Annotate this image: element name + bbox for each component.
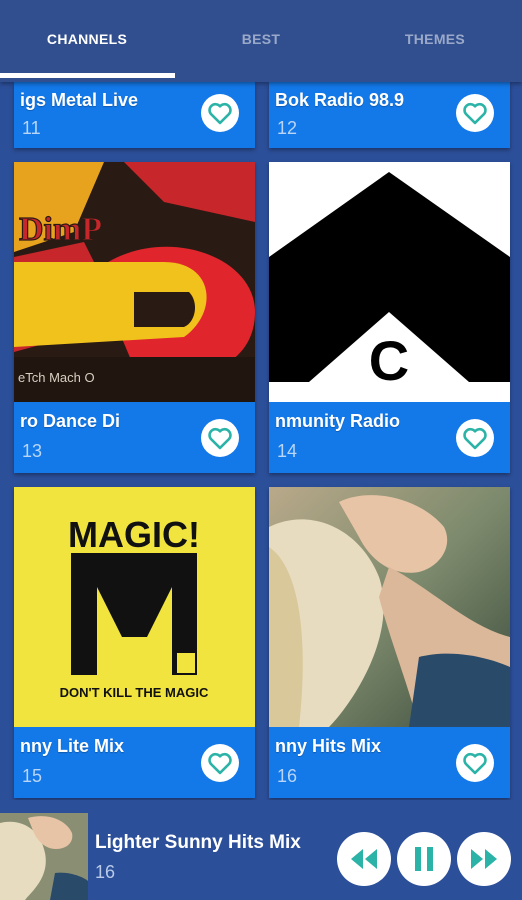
rewind-icon [351, 849, 377, 869]
now-playing-thumbnail [0, 813, 88, 900]
heart-outline-icon [463, 427, 487, 450]
favorite-button[interactable] [456, 94, 494, 132]
mini-player[interactable]: Lighter Sunny Hits Mix 16 [0, 810, 522, 900]
magic-tagline: DON'T KILL THE MAGIC [60, 685, 209, 700]
heart-outline-icon [208, 427, 232, 450]
channel-number: 13 [22, 441, 43, 461]
favorite-button[interactable] [456, 744, 494, 782]
pause-button[interactable] [397, 832, 451, 886]
pause-icon [415, 847, 433, 871]
channel-thumbnail: MAGIC! DON'T KILL THE MAGIC [14, 487, 255, 727]
favorite-button[interactable] [201, 94, 239, 132]
heart-outline-icon [463, 102, 487, 125]
channel-thumbnail: DimP eTch Mach O [14, 162, 255, 402]
channel-card[interactable]: Bok Radio 98.9 12 [269, 82, 510, 148]
channel-title: Bok Radio 98.9 [275, 90, 405, 110]
tab-best[interactable]: BEST [174, 0, 348, 78]
now-playing-number: 16 [95, 862, 116, 882]
channel-thumbnail [269, 487, 510, 727]
favorite-button[interactable] [201, 744, 239, 782]
tab-bar: CHANNELS BEST THEMES [0, 0, 522, 82]
channel-number: 14 [277, 441, 298, 461]
tab-themes[interactable]: THEMES [348, 0, 522, 78]
channel-grid[interactable]: igs Metal Live 11 Bok Radio 98.9 12 DimP [0, 82, 522, 800]
favorite-button[interactable] [456, 419, 494, 457]
channel-title: igs Metal Live [20, 90, 139, 110]
channel-card[interactable]: C nmunity Radio 14 [269, 162, 510, 473]
channel-card[interactable]: igs Metal Live 11 [14, 82, 255, 148]
channel-title: nny Hits Mix [275, 736, 382, 756]
channel-title: ro Dance Di [20, 411, 121, 431]
channel-number: 15 [22, 766, 43, 786]
channel-title: nmunity Radio [275, 411, 400, 431]
channel-number: 11 [22, 118, 41, 138]
fast-forward-icon [471, 849, 497, 869]
fast-forward-button[interactable] [457, 832, 511, 886]
channel-thumbnail: C [269, 162, 510, 402]
active-tab-indicator [0, 73, 175, 78]
thumbnail-subtext: eTch Mach O [18, 370, 95, 385]
channel-card[interactable]: DimP eTch Mach O ro Dance Di 13 [14, 162, 255, 473]
now-playing-title: Lighter Sunny Hits Mix [95, 832, 301, 853]
channel-title: nny Lite Mix [20, 736, 125, 756]
heart-outline-icon [208, 752, 232, 775]
channel-card[interactable]: MAGIC! DON'T KILL THE MAGIC nny Lite Mix… [14, 487, 255, 798]
channel-number: 16 [277, 766, 298, 786]
channel-number: 12 [277, 118, 298, 138]
rewind-button[interactable] [337, 832, 391, 886]
channel-card[interactable]: nny Hits Mix 16 [269, 487, 510, 798]
favorite-button[interactable] [201, 419, 239, 457]
magic-logo-text: MAGIC! [68, 514, 200, 555]
heart-outline-icon [463, 752, 487, 775]
heart-outline-icon [208, 102, 232, 125]
tab-channels[interactable]: CHANNELS [0, 0, 174, 78]
thumbnail-logo-text: DimP [19, 211, 102, 248]
thumbnail-logo-letter: C [369, 329, 409, 392]
